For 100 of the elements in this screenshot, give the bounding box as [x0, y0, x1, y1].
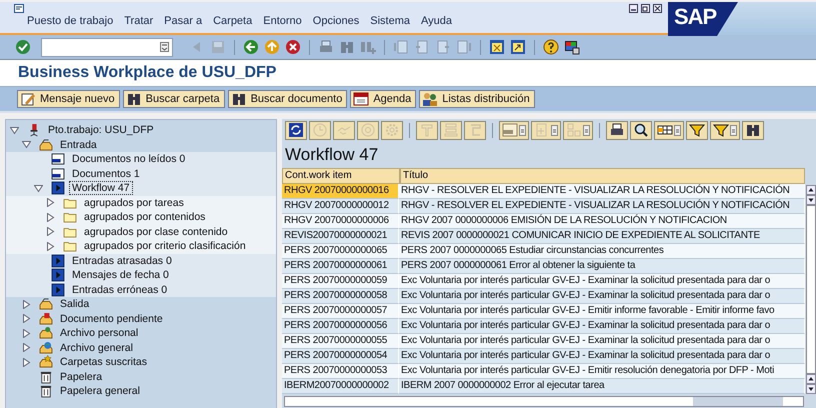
tree-item[interactable]: Workflow 47	[69, 181, 133, 196]
collapse-icon[interactable]	[22, 140, 31, 150]
toolbar-button[interactable]	[563, 39, 581, 55]
folder-icon	[63, 210, 77, 224]
expand-icon[interactable]	[46, 242, 55, 251]
tree-item[interactable]: Archivo general	[57, 340, 136, 355]
expand-icon[interactable]	[22, 328, 31, 338]
menu-item[interactable]: Carpeta	[213, 15, 252, 27]
toolbar-button[interactable]	[630, 120, 652, 140]
tree-item[interactable]: Entrada	[57, 138, 100, 152]
scroll-up-button[interactable]	[806, 185, 816, 195]
sap-logo: SAP	[668, 2, 738, 36]
funnel-icon	[713, 122, 729, 138]
toolbar-button[interactable]	[654, 120, 684, 140]
funnel-icon	[689, 122, 705, 138]
document-icon	[502, 122, 518, 138]
magnifier-icon	[633, 122, 649, 138]
document-icon	[51, 166, 65, 181]
system-menu-icon[interactable]	[14, 4, 24, 13]
globe-tray-icon	[39, 340, 53, 355]
collapse-icon[interactable]	[34, 184, 43, 193]
toolbar-button[interactable]	[285, 120, 307, 140]
dropdown-icon	[730, 124, 737, 136]
panel-title: Workflow 47	[284, 144, 380, 166]
minimize-icon[interactable]	[629, 4, 638, 13]
tree-item[interactable]: Papelera	[57, 370, 106, 384]
scroll-up-button[interactable]	[806, 374, 816, 384]
tree-item[interactable]: Pto.trabajo: USU_DFP	[45, 123, 157, 138]
save-icon	[210, 39, 226, 55]
page-first-icon	[393, 39, 409, 55]
binoculars-icon	[745, 122, 761, 138]
table-cell: IBERM20070000000002	[282, 379, 399, 394]
clock-icon	[312, 122, 328, 138]
scroll-down-button[interactable]	[806, 195, 816, 205]
expand-icon[interactable]	[22, 300, 31, 309]
toolbar-button[interactable]: Buscar documento	[228, 90, 348, 108]
trash-icon	[39, 370, 53, 384]
toolbar-button[interactable]: Listas distribución	[419, 90, 535, 108]
tree-item[interactable]: Archivo personal	[57, 326, 142, 340]
expand-icon[interactable]	[46, 212, 55, 222]
workflow-icon	[51, 181, 65, 196]
page-last-icon	[456, 39, 472, 55]
collapse-icon[interactable]	[10, 126, 19, 135]
print-icon	[318, 39, 334, 55]
folder-icon	[63, 239, 77, 254]
toolbar-button[interactable]	[742, 120, 764, 140]
command-field[interactable]	[41, 38, 173, 56]
close-icon[interactable]	[653, 4, 662, 13]
column-header[interactable]: Cont.work item	[282, 168, 400, 184]
shortcut-icon	[510, 39, 526, 55]
binoculars-icon	[230, 91, 247, 107]
grid-icon	[566, 122, 582, 138]
table-cell: IBERM 2007 0000000002 Error al ejecutar tarea	[399, 379, 805, 394]
expand-icon[interactable]	[22, 358, 31, 367]
star-tray-icon	[39, 355, 53, 370]
toolbar-button[interactable]: Agenda	[350, 90, 416, 108]
restore-icon[interactable]	[641, 4, 650, 13]
calendar-icon	[353, 91, 370, 107]
tree-item[interactable]: Carpetas suscritas	[57, 355, 150, 370]
menu-item[interactable]: Puesto de trabajo	[27, 15, 114, 27]
back-icon	[243, 39, 259, 55]
menu-item[interactable]: Sistema	[370, 15, 410, 27]
tree-item[interactable]: Salida	[57, 297, 92, 312]
column-header[interactable]: Título	[400, 168, 805, 184]
screen-title: Business Workplace de USU_DFP	[18, 64, 276, 82]
binoculars-plus-icon	[360, 39, 376, 55]
toolbar-button[interactable]	[509, 39, 527, 55]
toolbar-button[interactable]	[284, 39, 302, 55]
dropdown-icon[interactable]	[160, 42, 169, 52]
menu-item[interactable]: Entorno	[263, 15, 302, 27]
toolbar-button[interactable]	[542, 39, 560, 55]
page-previous-icon	[414, 39, 430, 55]
circle-icon	[360, 122, 376, 138]
pen-icon	[20, 91, 36, 107]
expand-icon[interactable]	[22, 314, 31, 324]
tray-icon	[39, 138, 53, 152]
toolbar-button[interactable]: Buscar carpeta	[122, 90, 225, 108]
expand-icon[interactable]	[46, 227, 55, 236]
binoculars-icon	[339, 39, 355, 55]
scroll-down-button[interactable]	[806, 384, 816, 394]
personal-tray-icon	[39, 326, 53, 340]
dropdown-icon	[551, 124, 558, 136]
menu-item[interactable]: Tratar	[124, 15, 154, 27]
menu-item[interactable]: Pasar a	[164, 15, 202, 27]
toolbar-button[interactable]	[606, 120, 628, 140]
people-icon	[422, 91, 438, 107]
expand-icon[interactable]	[22, 343, 31, 352]
page-next-icon	[435, 39, 451, 55]
up-arrow-icon	[264, 39, 280, 55]
refresh-icon	[288, 122, 304, 138]
expand-icon[interactable]	[46, 198, 55, 208]
tree-item[interactable]: Documento pendiente	[57, 312, 166, 326]
toolbar-button[interactable]: Mensaje nuevo	[17, 90, 120, 108]
toolbar-button[interactable]	[710, 120, 740, 140]
menu-item[interactable]: Opciones	[312, 15, 360, 27]
tree-item[interactable]: Papelera general	[57, 384, 143, 398]
toolbar-button[interactable]	[686, 120, 708, 140]
menu-item[interactable]: Ayuda	[421, 15, 452, 27]
horizontal-scrollbar[interactable]	[284, 396, 804, 407]
workflow-icon	[51, 282, 65, 297]
